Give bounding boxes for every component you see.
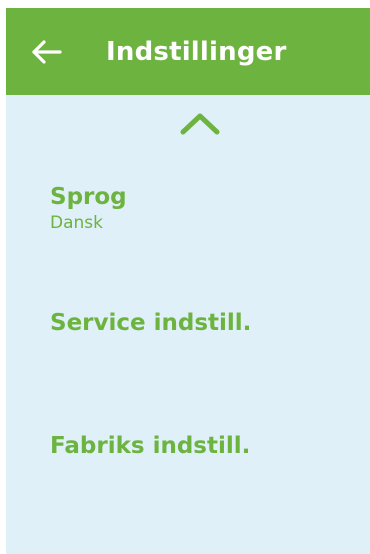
menu-item-value: Dansk (50, 213, 103, 233)
menu-item-service-settings[interactable]: Service indstill. (50, 308, 350, 338)
menu-item-label: Service indstill. (50, 310, 252, 336)
page-title: Indstillinger (106, 37, 287, 67)
menu-item-label: Sprog (50, 184, 127, 210)
menu-item-language[interactable]: Sprog Dansk (50, 182, 350, 234)
back-button[interactable] (28, 34, 64, 70)
menu-item-label: Fabriks indstill. (50, 433, 251, 459)
arrow-left-icon (28, 34, 64, 70)
header-bar: Indstillinger (6, 8, 370, 95)
scroll-up-button[interactable] (178, 108, 222, 138)
chevron-up-icon (178, 108, 222, 138)
menu-item-factory-settings[interactable]: Fabriks indstill. (50, 431, 350, 461)
settings-screen: Indstillinger Sprog Dansk Service indsti… (6, 8, 370, 554)
